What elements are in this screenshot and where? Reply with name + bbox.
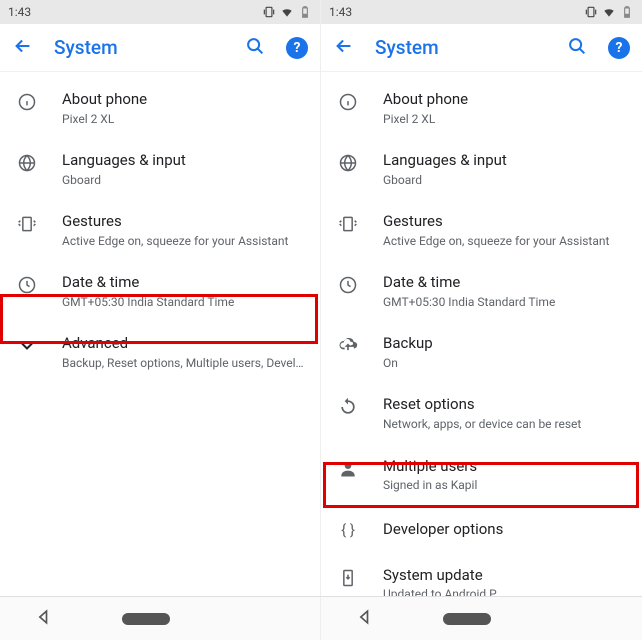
item-date-time[interactable]: Date & time GMT+05:30 India Standard Tim…: [321, 261, 642, 322]
item-title: Date & time: [383, 273, 626, 293]
device-update-icon: [337, 566, 359, 588]
globe-icon: [337, 151, 359, 173]
gesture-icon: [337, 212, 359, 234]
search-button[interactable]: [566, 35, 588, 61]
item-subtitle: GMT+05:30 India Standard Time: [62, 295, 304, 311]
screen-right: 1:43 System ? About phone Pixel 2: [321, 0, 642, 596]
item-title: Date & time: [62, 273, 304, 293]
clock-icon: [16, 273, 38, 295]
wifi-icon: [602, 5, 616, 19]
status-bar: 1:43: [0, 0, 320, 24]
item-subtitle: Pixel 2 XL: [62, 112, 304, 128]
item-title: Languages & input: [62, 151, 304, 171]
item-title: Backup: [383, 334, 626, 354]
item-title: Gestures: [62, 212, 304, 232]
globe-icon: [16, 151, 38, 173]
settings-list: About phone Pixel 2 XL Languages & input…: [0, 72, 320, 383]
item-gestures[interactable]: Gestures Active Edge on, squeeze for you…: [321, 200, 642, 261]
item-date-time[interactable]: Date & time GMT+05:30 India Standard Tim…: [0, 261, 320, 322]
item-subtitle: Gboard: [383, 173, 626, 189]
person-icon: [337, 457, 359, 479]
wifi-icon: [280, 5, 294, 19]
search-button[interactable]: [244, 35, 266, 61]
status-time: 1:43: [329, 5, 584, 19]
vibrate-icon: [584, 5, 598, 19]
item-about-phone[interactable]: About phone Pixel 2 XL: [0, 78, 320, 139]
item-subtitle: Backup, Reset options, Multiple users, D…: [62, 356, 304, 372]
nav-back-button[interactable]: [355, 607, 375, 631]
settings-list: About phone Pixel 2 XL Languages & input…: [321, 72, 642, 596]
search-icon: [566, 35, 588, 57]
info-icon: [337, 90, 359, 112]
item-about-phone[interactable]: About phone Pixel 2 XL: [321, 78, 642, 139]
item-subtitle: GMT+05:30 India Standard Time: [383, 295, 626, 311]
item-subtitle: Active Edge on, squeeze for your Assista…: [62, 234, 304, 250]
item-title: Developer options: [383, 520, 626, 540]
item-developer-options[interactable]: { } Developer options: [321, 506, 642, 554]
gesture-icon: [16, 212, 38, 234]
back-button[interactable]: [333, 35, 355, 61]
screen-left: 1:43 System ? About phone Pixel 2: [0, 0, 321, 596]
item-system-update[interactable]: System update Updated to Android P: [321, 554, 642, 596]
header: System ?: [321, 24, 642, 72]
cloud-upload-icon: [337, 334, 359, 356]
item-subtitle: Pixel 2 XL: [383, 112, 626, 128]
item-title: Languages & input: [383, 151, 626, 171]
item-gestures[interactable]: Gestures Active Edge on, squeeze for you…: [0, 200, 320, 261]
status-bar: 1:43: [321, 0, 642, 24]
navigation-bar: [0, 596, 642, 640]
item-title: Gestures: [383, 212, 626, 232]
nav-back-button[interactable]: [34, 607, 54, 631]
item-multiple-users[interactable]: Multiple users Signed in as Kapil: [321, 445, 642, 506]
reset-icon: [337, 395, 359, 417]
item-subtitle: Gboard: [62, 173, 304, 189]
nav-home-pill[interactable]: [122, 613, 170, 625]
info-icon: [16, 90, 38, 112]
status-icons: [584, 5, 634, 19]
item-subtitle: On: [383, 356, 626, 372]
chevron-down-icon: [16, 334, 38, 356]
battery-icon: [298, 5, 312, 19]
nav-home-pill[interactable]: [443, 613, 491, 625]
help-button[interactable]: ?: [608, 37, 630, 59]
item-languages-input[interactable]: Languages & input Gboard: [0, 139, 320, 200]
item-reset-options[interactable]: Reset options Network, apps, or device c…: [321, 383, 642, 444]
braces-icon: { }: [337, 521, 359, 539]
page-title: System: [54, 36, 224, 59]
header: System ?: [0, 24, 320, 72]
item-title: About phone: [383, 90, 626, 110]
page-title: System: [375, 36, 546, 59]
item-title: Advanced: [62, 334, 304, 354]
item-title: System update: [383, 566, 626, 586]
vibrate-icon: [262, 5, 276, 19]
item-title: About phone: [62, 90, 304, 110]
item-languages-input[interactable]: Languages & input Gboard: [321, 139, 642, 200]
status-time: 1:43: [8, 5, 262, 19]
battery-icon: [620, 5, 634, 19]
status-icons: [262, 5, 312, 19]
item-title: Multiple users: [383, 457, 626, 477]
item-subtitle: Updated to Android P: [383, 587, 626, 596]
item-subtitle: Network, apps, or device can be reset: [383, 417, 626, 433]
item-subtitle: Signed in as Kapil: [383, 478, 626, 494]
item-subtitle: Active Edge on, squeeze for your Assista…: [383, 234, 626, 250]
clock-icon: [337, 273, 359, 295]
item-advanced[interactable]: Advanced Backup, Reset options, Multiple…: [0, 322, 320, 383]
help-button[interactable]: ?: [286, 37, 308, 59]
item-title: Reset options: [383, 395, 626, 415]
back-button[interactable]: [12, 35, 34, 61]
item-backup[interactable]: Backup On: [321, 322, 642, 383]
search-icon: [244, 35, 266, 57]
